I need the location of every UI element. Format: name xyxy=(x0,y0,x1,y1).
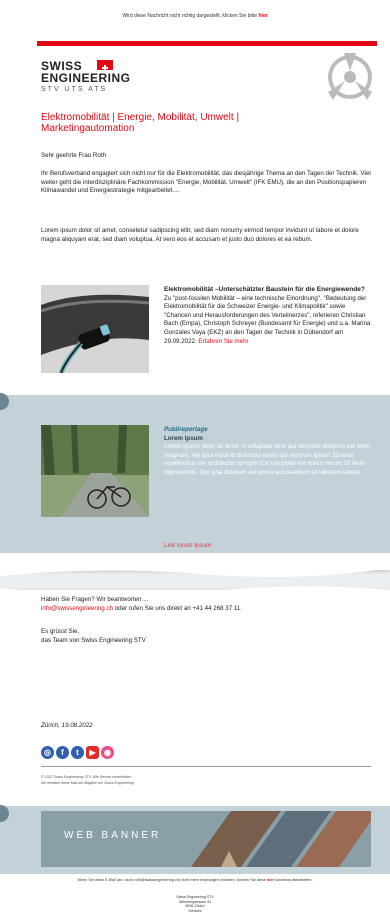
greeting: Sehr geehrte Frau Roth xyxy=(41,152,107,159)
article1-body: Zu "post-fossilen Mobilität – eine techn… xyxy=(164,294,371,345)
contact-line: Haben Sie Fragen? Wir beantworten ... in… xyxy=(41,596,371,613)
swiss-flag-icon xyxy=(97,60,113,71)
logo-line2: ENGINEERING xyxy=(41,71,131,85)
header-red-bar xyxy=(37,41,377,46)
article1-read-more-link[interactable]: Erfahren Sie mehr xyxy=(198,338,248,345)
preheader-link[interactable]: hier xyxy=(259,13,268,19)
article2-kicker: Publireportage xyxy=(164,426,208,433)
address-line: Schweiz xyxy=(188,909,202,914)
copyright: © 2022 Swiss Engineering STV. Alle Recht… xyxy=(41,775,132,779)
article2-heading: Lorem ipsum xyxy=(164,434,203,442)
logo-line3: STV UTS ATS xyxy=(41,86,108,93)
swiss-engineering-logo[interactable]: SWISS ENGINEERING STV UTS ATS xyxy=(41,60,131,100)
unsubscribe-link[interactable]: hier xyxy=(267,878,274,882)
contact-phone: oder rufen Sie uns direkt an +41 44 268 … xyxy=(112,604,243,612)
twitter-icon[interactable]: t xyxy=(71,746,84,760)
intro-paragraph: Ihr Berufsverband engagiert sich nicht n… xyxy=(41,170,371,195)
social-links: ◎ f t ▶ ◉ xyxy=(41,744,116,760)
contact-question: Haben Sie Fragen? Wir beantworten ... xyxy=(41,596,149,603)
article2-body: Lorem ipsum dolor sit amet. A voluptate … xyxy=(164,443,371,476)
footer-divider xyxy=(41,766,371,767)
instagram-icon[interactable]: ◎ xyxy=(41,746,54,760)
newsletter-title: Elektromobilität | Energie, Mobilität, U… xyxy=(41,112,240,134)
web-banner[interactable]: WEB BANNER xyxy=(41,811,371,867)
address-block: Swiss Engineering STV Weinbergstrasse 41… xyxy=(0,895,390,914)
contact-email-link[interactable]: info@swissengineering.ch xyxy=(41,605,113,612)
signoff-line2: das Team von Swiss Engineering STV xyxy=(41,636,146,644)
unsubscribe-end: kostenlos abbestellen. xyxy=(273,878,313,882)
preheader: Wird diese Nachricht nicht richtig darge… xyxy=(0,13,390,19)
wheel-emblem-icon xyxy=(320,50,380,105)
youtube-icon[interactable]: ▶ xyxy=(86,746,99,760)
lorem-paragraph: Lorem ipsum dolor sit amet, consetetur s… xyxy=(41,227,359,243)
dribbble-icon[interactable]: ◉ xyxy=(101,746,114,760)
article2-text: Publireportage Lorem ipsum Lorem ipsum d… xyxy=(164,426,374,478)
ev-charging-image[interactable] xyxy=(41,285,149,373)
signoff-line1: Es grüsst Sie, xyxy=(41,628,80,635)
date-line: Zürich, 19.08.2022 xyxy=(41,722,93,729)
membership-note: Sie erhalten diese Mail als Mitglied von… xyxy=(41,781,134,785)
signoff: Es grüsst Sie, das Team von Swiss Engine… xyxy=(41,628,371,645)
preheader-text: Wird diese Nachricht nicht richtig darge… xyxy=(122,13,259,19)
article2-link[interactable]: Link lorum Ipsum xyxy=(164,542,211,549)
facebook-icon[interactable]: f xyxy=(56,746,69,760)
unsubscribe-line: Wenn Sie diese E-Mail (an: uschi.roth@sw… xyxy=(0,878,390,882)
bike-forest-image[interactable] xyxy=(41,425,149,517)
banner-text: WEB BANNER xyxy=(64,830,162,841)
unsubscribe-text: Wenn Sie diese E-Mail (an: uschi.roth@sw… xyxy=(77,878,267,882)
article1-text: Elektromobilität –Unterschätzter Baustei… xyxy=(164,286,374,346)
email-top-section: Wird diese Nachricht nicht richtig darge… xyxy=(0,0,390,570)
article1-heading: Elektromobilität –Unterschätzter Baustei… xyxy=(164,286,365,293)
